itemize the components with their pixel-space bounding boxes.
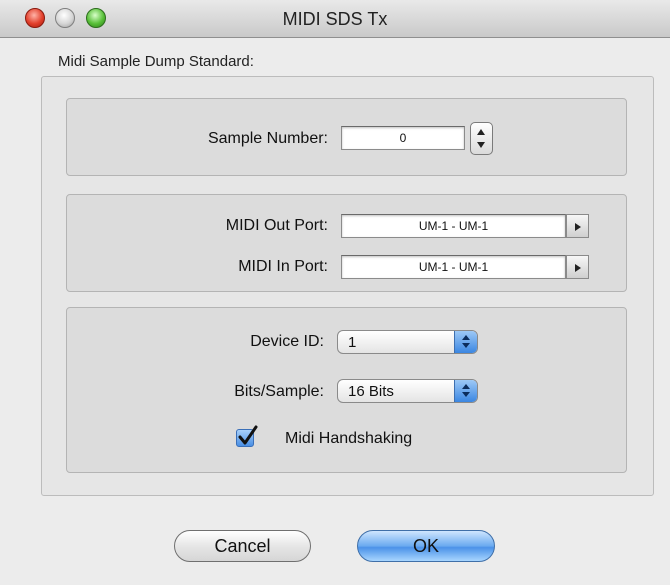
sample-number-label: Sample Number: bbox=[207, 130, 328, 147]
stepper-down-icon[interactable] bbox=[477, 142, 485, 148]
window-title: MIDI SDS Tx bbox=[282, 9, 388, 29]
select-arrows-icon bbox=[454, 380, 477, 402]
ok-button[interactable]: OK bbox=[357, 530, 495, 562]
midi-handshaking-label[interactable]: Midi Handshaking bbox=[285, 430, 412, 448]
checkmark-icon bbox=[238, 425, 258, 445]
bits-sample-value: 16 Bits bbox=[348, 383, 394, 400]
triangle-right-icon bbox=[575, 264, 581, 272]
title-bar[interactable]: MIDI SDS Tx bbox=[0, 0, 670, 38]
midi-in-port-label: MIDI In Port: bbox=[238, 258, 328, 275]
midi-in-port-menu-button[interactable] bbox=[566, 255, 589, 279]
bits-sample-label: Bits/Sample: bbox=[234, 383, 324, 400]
group-label: Midi Sample Dump Standard: bbox=[58, 53, 254, 70]
bits-sample-select[interactable]: 16 Bits bbox=[337, 379, 478, 403]
device-id-label: Device ID: bbox=[250, 333, 324, 350]
cancel-button[interactable]: Cancel bbox=[174, 530, 311, 562]
device-id-value: 1 bbox=[348, 334, 357, 351]
midi-in-port-field[interactable]: UM-1 - UM-1 bbox=[341, 255, 566, 279]
select-arrows-icon bbox=[454, 331, 477, 353]
midi-out-port-label: MIDI Out Port: bbox=[225, 217, 328, 234]
midi-handshaking-checkbox[interactable] bbox=[236, 425, 258, 447]
triangle-right-icon bbox=[575, 223, 581, 231]
sample-number-stepper[interactable] bbox=[470, 122, 493, 155]
midi-out-port-menu-button[interactable] bbox=[566, 214, 589, 238]
sample-number-field[interactable]: 0 bbox=[341, 126, 465, 150]
midi-out-port-field[interactable]: UM-1 - UM-1 bbox=[341, 214, 566, 238]
device-id-select[interactable]: 1 bbox=[337, 330, 478, 354]
stepper-up-icon[interactable] bbox=[477, 129, 485, 135]
